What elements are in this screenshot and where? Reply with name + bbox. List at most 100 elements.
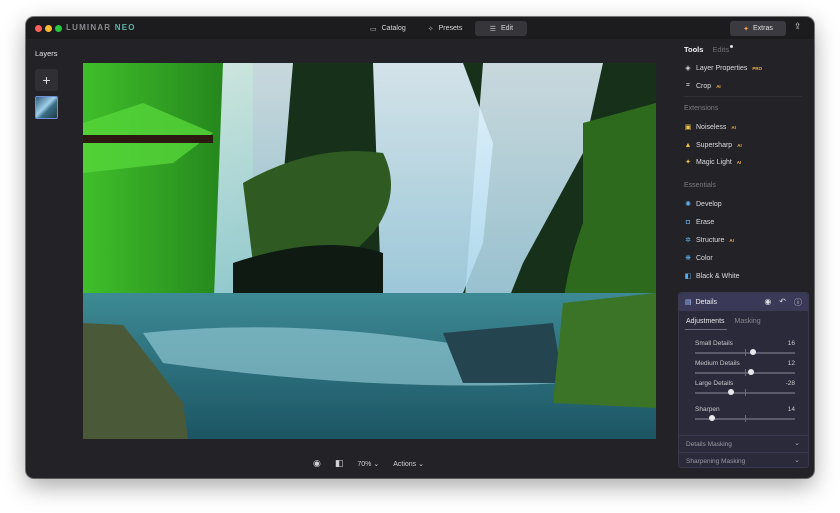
details-icon: ▤ [685,299,692,306]
tool-label: Erase [696,218,715,226]
waterfall-image [83,63,656,439]
ai-badge: AI [737,142,742,148]
layers-title: Layers [35,49,58,58]
presets-label: Presets [438,25,463,32]
app-window: LUMINAR NEO ▭ Catalog ✧ Presets ☰ Edit ✦… [26,17,814,478]
tool-label: Crop [696,82,712,90]
details-sub-tabs: Adjustments Masking [686,318,761,325]
supersharp-icon: ▲ [684,141,692,149]
slider-value: 12 [787,360,795,367]
slider-knob[interactable] [728,389,734,395]
slider-knob[interactable] [748,369,754,375]
slider-center-mark [745,349,746,356]
develop-icon: ✺ [685,201,691,208]
extensions-heading: Extensions [684,105,719,112]
details-title-label: Details [695,298,718,306]
slider-knob[interactable] [750,349,756,355]
maximize-window-button[interactable] [55,25,62,32]
details-header[interactable]: ▤ Details ◉ ↶ ⓘ [679,293,808,311]
edit-button[interactable]: ☰ Edit [475,21,528,36]
tool-crop[interactable]: ⌗ Crop AI [684,82,721,90]
actions-dropdown[interactable]: Actions ⌄ [393,460,424,468]
tool-label: Noiseless [696,123,727,131]
slider-label: Sharpen [695,406,720,413]
black-white-icon: ◧ [684,273,692,280]
ai-badge: AI [736,159,742,165]
undo-icon[interactable]: ↶ [779,297,786,308]
details-masking-row[interactable]: Details Masking ⌄ [679,435,808,451]
slider-label: Medium Details [695,360,740,367]
structure-icon: ✲ [685,237,691,244]
catalog-button[interactable]: ▭ Catalog [361,21,415,36]
slider-value: 16 [787,340,795,347]
tool-label: Supersharp [696,141,733,149]
slider-knob[interactable] [709,415,715,421]
sliders-icon: ☰ [489,25,496,33]
slider-value: 14 [787,406,795,413]
tool-label: Magic Light [696,158,732,166]
photo-canvas[interactable] [83,63,656,439]
tool-noiseless[interactable]: ▣ Noiseless AI [684,123,736,132]
compare-icon[interactable]: ◧ [335,458,344,469]
layer-thumbnail[interactable] [35,96,58,119]
tool-erase[interactable]: ◘ Erase [684,218,714,226]
ai-badge: AI [731,124,736,130]
eye-icon[interactable]: ◉ [313,458,321,469]
edits-dot [730,45,734,48]
sharpening-masking-row[interactable]: Sharpening Masking ⌄ [679,452,808,468]
brand-main: LUMINAR [66,23,112,32]
pro-badge: PRO [752,65,763,71]
actions-label: Actions [393,460,417,468]
add-layer-button[interactable]: + [35,69,58,91]
active-tab-underline [685,329,727,330]
details-panel: ▤ Details ◉ ↶ ⓘ Adjustments Masking Smal… [678,292,809,468]
zoom-dropdown[interactable]: 70% ⌄ [357,460,379,468]
tool-magic-light[interactable]: ✦ Magic Light AI [684,158,742,167]
ai-badge: AI [716,83,721,89]
tab-edits-label: Edits [712,45,730,54]
tools-panel: Tools Edits ◈ Layer Properties PRO ⌗ Cro… [678,17,814,478]
info-icon[interactable]: ⓘ [794,297,802,308]
tool-black-white[interactable]: ◧ Black & White [684,272,740,281]
tool-structure[interactable]: ✲ Structure AI [684,236,734,245]
slider-center-mark [745,369,746,376]
tab-adjustments[interactable]: Adjustments [686,318,725,325]
panel-tabs: Tools Edits [684,45,734,54]
slider-value: -28 [785,380,795,387]
presets-button[interactable]: ✧ Presets [419,21,472,36]
slider-label: Large Details [695,380,734,387]
edit-label: Edit [500,25,514,32]
color-icon: ❋ [685,255,691,262]
layers-icon: ◈ [685,65,691,72]
visibility-eye-icon[interactable]: ◉ [764,297,771,308]
divider [684,96,802,97]
tool-label: Color [696,254,713,262]
tab-masking[interactable]: Masking [735,318,761,325]
close-window-button[interactable] [35,25,42,32]
zoom-value: 70% [357,460,372,468]
slider-center-mark [745,415,746,422]
tool-label: Layer Properties [696,64,748,72]
sparkle-icon: ✧ [427,25,434,33]
crop-icon: ⌗ [686,82,690,89]
tool-supersharp[interactable]: ▲ Supersharp AI [684,141,742,149]
slider-label: Small Details [695,340,733,347]
catalog-label: Catalog [381,25,406,32]
magic-light-icon: ✦ [685,159,691,166]
tab-tools[interactable]: Tools [684,45,703,54]
chevron-down-icon: ⌄ [794,440,800,447]
brand-sub: NEO [114,23,136,32]
sharpening-masking-label: Sharpening Masking [686,458,746,465]
tool-label: Develop [696,200,722,208]
tool-label: Structure [696,236,725,244]
slider-center-mark [745,389,746,396]
tool-color[interactable]: ❋ Color [684,254,713,263]
tool-layer-properties[interactable]: ◈ Layer Properties PRO [684,64,763,73]
details-title: ▤ Details [685,298,718,307]
tab-edits[interactable]: Edits [712,45,734,54]
essentials-heading: Essentials [684,182,716,189]
minimize-window-button[interactable] [45,25,52,32]
tool-develop[interactable]: ✺ Develop [684,200,722,209]
chevron-down-icon: ⌄ [794,457,800,464]
erase-icon: ◘ [685,218,691,226]
